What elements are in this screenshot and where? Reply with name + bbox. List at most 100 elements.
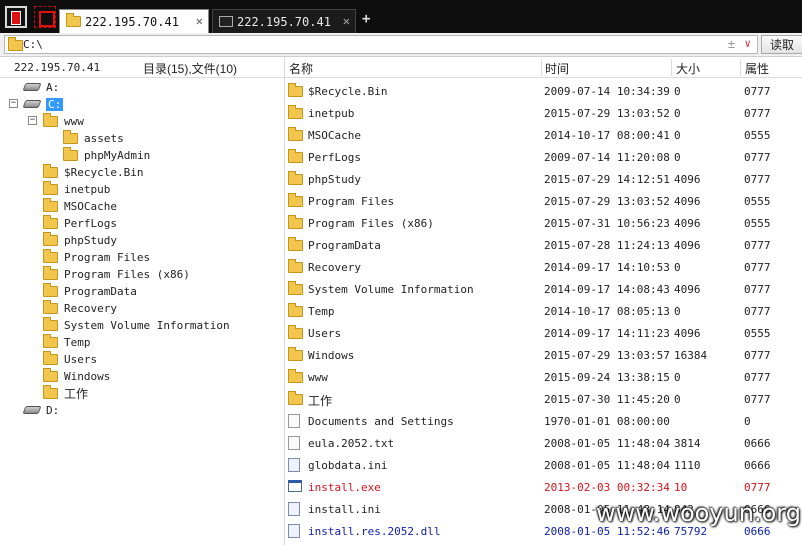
tree-label: MSOCache <box>64 199 117 213</box>
tree-label: C: <box>46 97 64 111</box>
folder-icon <box>43 214 58 229</box>
file-row[interactable]: globdata.ini 2008-01-05 11:48:04 1110 0666 <box>285 454 802 476</box>
tab-terminal[interactable]: 222.195.70.41 ✕ <box>212 9 356 33</box>
tree-item[interactable]: MSOCache <box>43 197 117 214</box>
tree-item-phpmyadmin[interactable]: phpMyAdmin <box>63 146 150 163</box>
file-time: 2014-09-17 14:10:53 <box>544 261 670 274</box>
folder-icon <box>43 316 58 331</box>
tree-label: Windows <box>64 369 111 383</box>
collapse-icon[interactable]: − <box>28 116 37 125</box>
folder-icon <box>288 325 303 339</box>
folder-row[interactable]: Program Files (x86) 2015-07-31 10:56:23 40… <box>285 212 802 234</box>
file-size: 4096 <box>674 217 701 230</box>
folder-row[interactable]: phpStudy 2015-07-29 14:12:51 4096 0777 <box>285 168 802 190</box>
folder-row[interactable]: MSOCache 2014-10-17 08:00:41 0 0555 <box>285 124 802 146</box>
tree-drive-c[interactable]: C: <box>22 96 64 112</box>
file-name: phpStudy <box>308 173 361 186</box>
folder-icon <box>63 129 78 144</box>
file-attr: 0777 <box>744 107 771 120</box>
folder-row[interactable]: ProgramData 2015-07-28 11:24:13 4096 0777 <box>285 234 802 256</box>
tree-item[interactable]: ProgramData <box>43 282 137 299</box>
file-row[interactable]: eula.2052.txt 2008-01-05 11:48:04 3814 0666 <box>285 432 802 454</box>
folder-row[interactable]: Users 2014-09-17 14:11:23 4096 0555 <box>285 322 802 344</box>
file-time: 2009-07-14 10:34:39 <box>544 85 670 98</box>
tree-item[interactable]: inetpub <box>43 180 110 197</box>
file-name: $Recycle.Bin <box>308 85 388 98</box>
file-row[interactable]: Documents and Settings 1970-01-01 08:00:0… <box>285 410 802 432</box>
app-menu-button[interactable] <box>5 6 27 28</box>
address-bar: C:\ ± ∨ 读取 <box>0 33 802 57</box>
file-attr: 0777 <box>744 85 771 98</box>
file-name: Users <box>308 327 342 340</box>
tree-label: assets <box>84 131 124 145</box>
folder-row[interactable]: Recovery 2014-09-17 14:10:53 0 0777 <box>285 256 802 278</box>
tree-label: System Volume Information <box>64 318 230 332</box>
file-time: 2008-01-05 11:48:04 <box>544 437 670 450</box>
collapse-icon[interactable]: − <box>9 99 18 108</box>
folder-icon <box>43 265 58 280</box>
file-name: System Volume Information <box>308 283 474 296</box>
tree-item[interactable]: phpStudy <box>43 231 117 248</box>
column-size[interactable]: 大小 <box>676 60 700 77</box>
tab-bar: 222.195.70.41 ✕ 222.195.70.41 ✕ + <box>0 0 802 33</box>
folder-row[interactable]: PerfLogs 2009-07-14 11:20:08 0 0777 <box>285 146 802 168</box>
read-button[interactable]: 读取 <box>761 35 802 54</box>
column-name[interactable]: 名称 <box>289 60 313 77</box>
tree-item[interactable]: $Recycle.Bin <box>43 163 144 180</box>
file-name: install.exe <box>308 481 381 494</box>
folder-icon <box>288 303 303 317</box>
column-attr[interactable]: 属性 <box>745 60 769 77</box>
chevron-down-icon[interactable]: ∨ <box>744 37 751 50</box>
folder-icon <box>8 37 23 51</box>
file-attr: 0555 <box>744 327 771 340</box>
file-size: 4096 <box>674 239 701 252</box>
folder-row[interactable]: inetpub 2015-07-29 13:03:52 0 0777 <box>285 102 802 124</box>
tree-item[interactable]: Program Files (x86) <box>43 265 190 282</box>
plus-minus-icon[interactable]: ± <box>728 37 735 51</box>
tree-drive-d[interactable]: D: <box>22 402 59 418</box>
column-time[interactable]: 时间 <box>545 60 569 77</box>
close-icon[interactable]: ✕ <box>196 14 203 28</box>
tree-label: PerfLogs <box>64 216 117 230</box>
tree-drive-a[interactable]: A: <box>22 79 59 95</box>
file-time: 2015-07-31 10:56:23 <box>544 217 670 230</box>
folder-icon <box>43 299 58 314</box>
folder-icon <box>43 367 58 382</box>
file-name: globdata.ini <box>308 459 388 472</box>
file-size: 0 <box>674 129 681 142</box>
file-name: Program Files (x86) <box>308 217 434 230</box>
tree-item[interactable]: Program Files <box>43 248 150 265</box>
folder-row[interactable]: Windows 2015-07-29 13:03:57 16384 0777 <box>285 344 802 366</box>
close-icon[interactable]: ✕ <box>343 14 350 28</box>
tree-item[interactable]: 工作 <box>43 384 88 401</box>
tree-label: $Recycle.Bin <box>64 165 144 179</box>
path-input[interactable]: C:\ ± ∨ <box>4 35 758 54</box>
settings-file-icon <box>288 458 300 472</box>
file-attr: 0555 <box>744 217 771 230</box>
file-name: PerfLogs <box>308 151 361 164</box>
tree-item-www[interactable]: www <box>43 112 84 129</box>
tree-item[interactable]: Recovery <box>43 299 117 316</box>
tree-item[interactable]: PerfLogs <box>43 214 117 231</box>
capture-button[interactable] <box>34 6 56 28</box>
folder-row[interactable]: 工作 2015-07-30 11:45:20 0 0777 <box>285 388 802 410</box>
folder-row[interactable]: System Volume Information 2014-09-17 14:0… <box>285 278 802 300</box>
tree-item[interactable]: Temp <box>43 333 91 350</box>
new-tab-button[interactable]: + <box>362 11 370 27</box>
file-attr: 0 <box>744 415 751 428</box>
folder-row[interactable]: $Recycle.Bin 2009-07-14 10:34:39 0 0777 <box>285 80 802 102</box>
tree-label: ProgramData <box>64 284 137 298</box>
folder-row[interactable]: Program Files 2015-07-29 13:03:52 4096 0555 <box>285 190 802 212</box>
folder-row[interactable]: Temp 2014-10-17 08:05:13 0 0777 <box>285 300 802 322</box>
folder-icon <box>43 231 58 246</box>
tab-file-manager[interactable]: 222.195.70.41 ✕ <box>59 9 209 33</box>
tree-item[interactable]: Users <box>43 350 97 367</box>
file-attr: 0666 <box>744 459 771 472</box>
folder-row[interactable]: www 2015-09-24 13:38:15 0 0777 <box>285 366 802 388</box>
file-size: 0 <box>674 393 681 406</box>
tree-item[interactable]: System Volume Information <box>43 316 230 333</box>
tree-item-assets[interactable]: assets <box>63 129 124 146</box>
file-row[interactable]: install.exe 2013-02-03 00:32:34 10 0777 <box>285 476 802 498</box>
file-name: Temp <box>308 305 335 318</box>
tree-item[interactable]: Windows <box>43 367 111 384</box>
